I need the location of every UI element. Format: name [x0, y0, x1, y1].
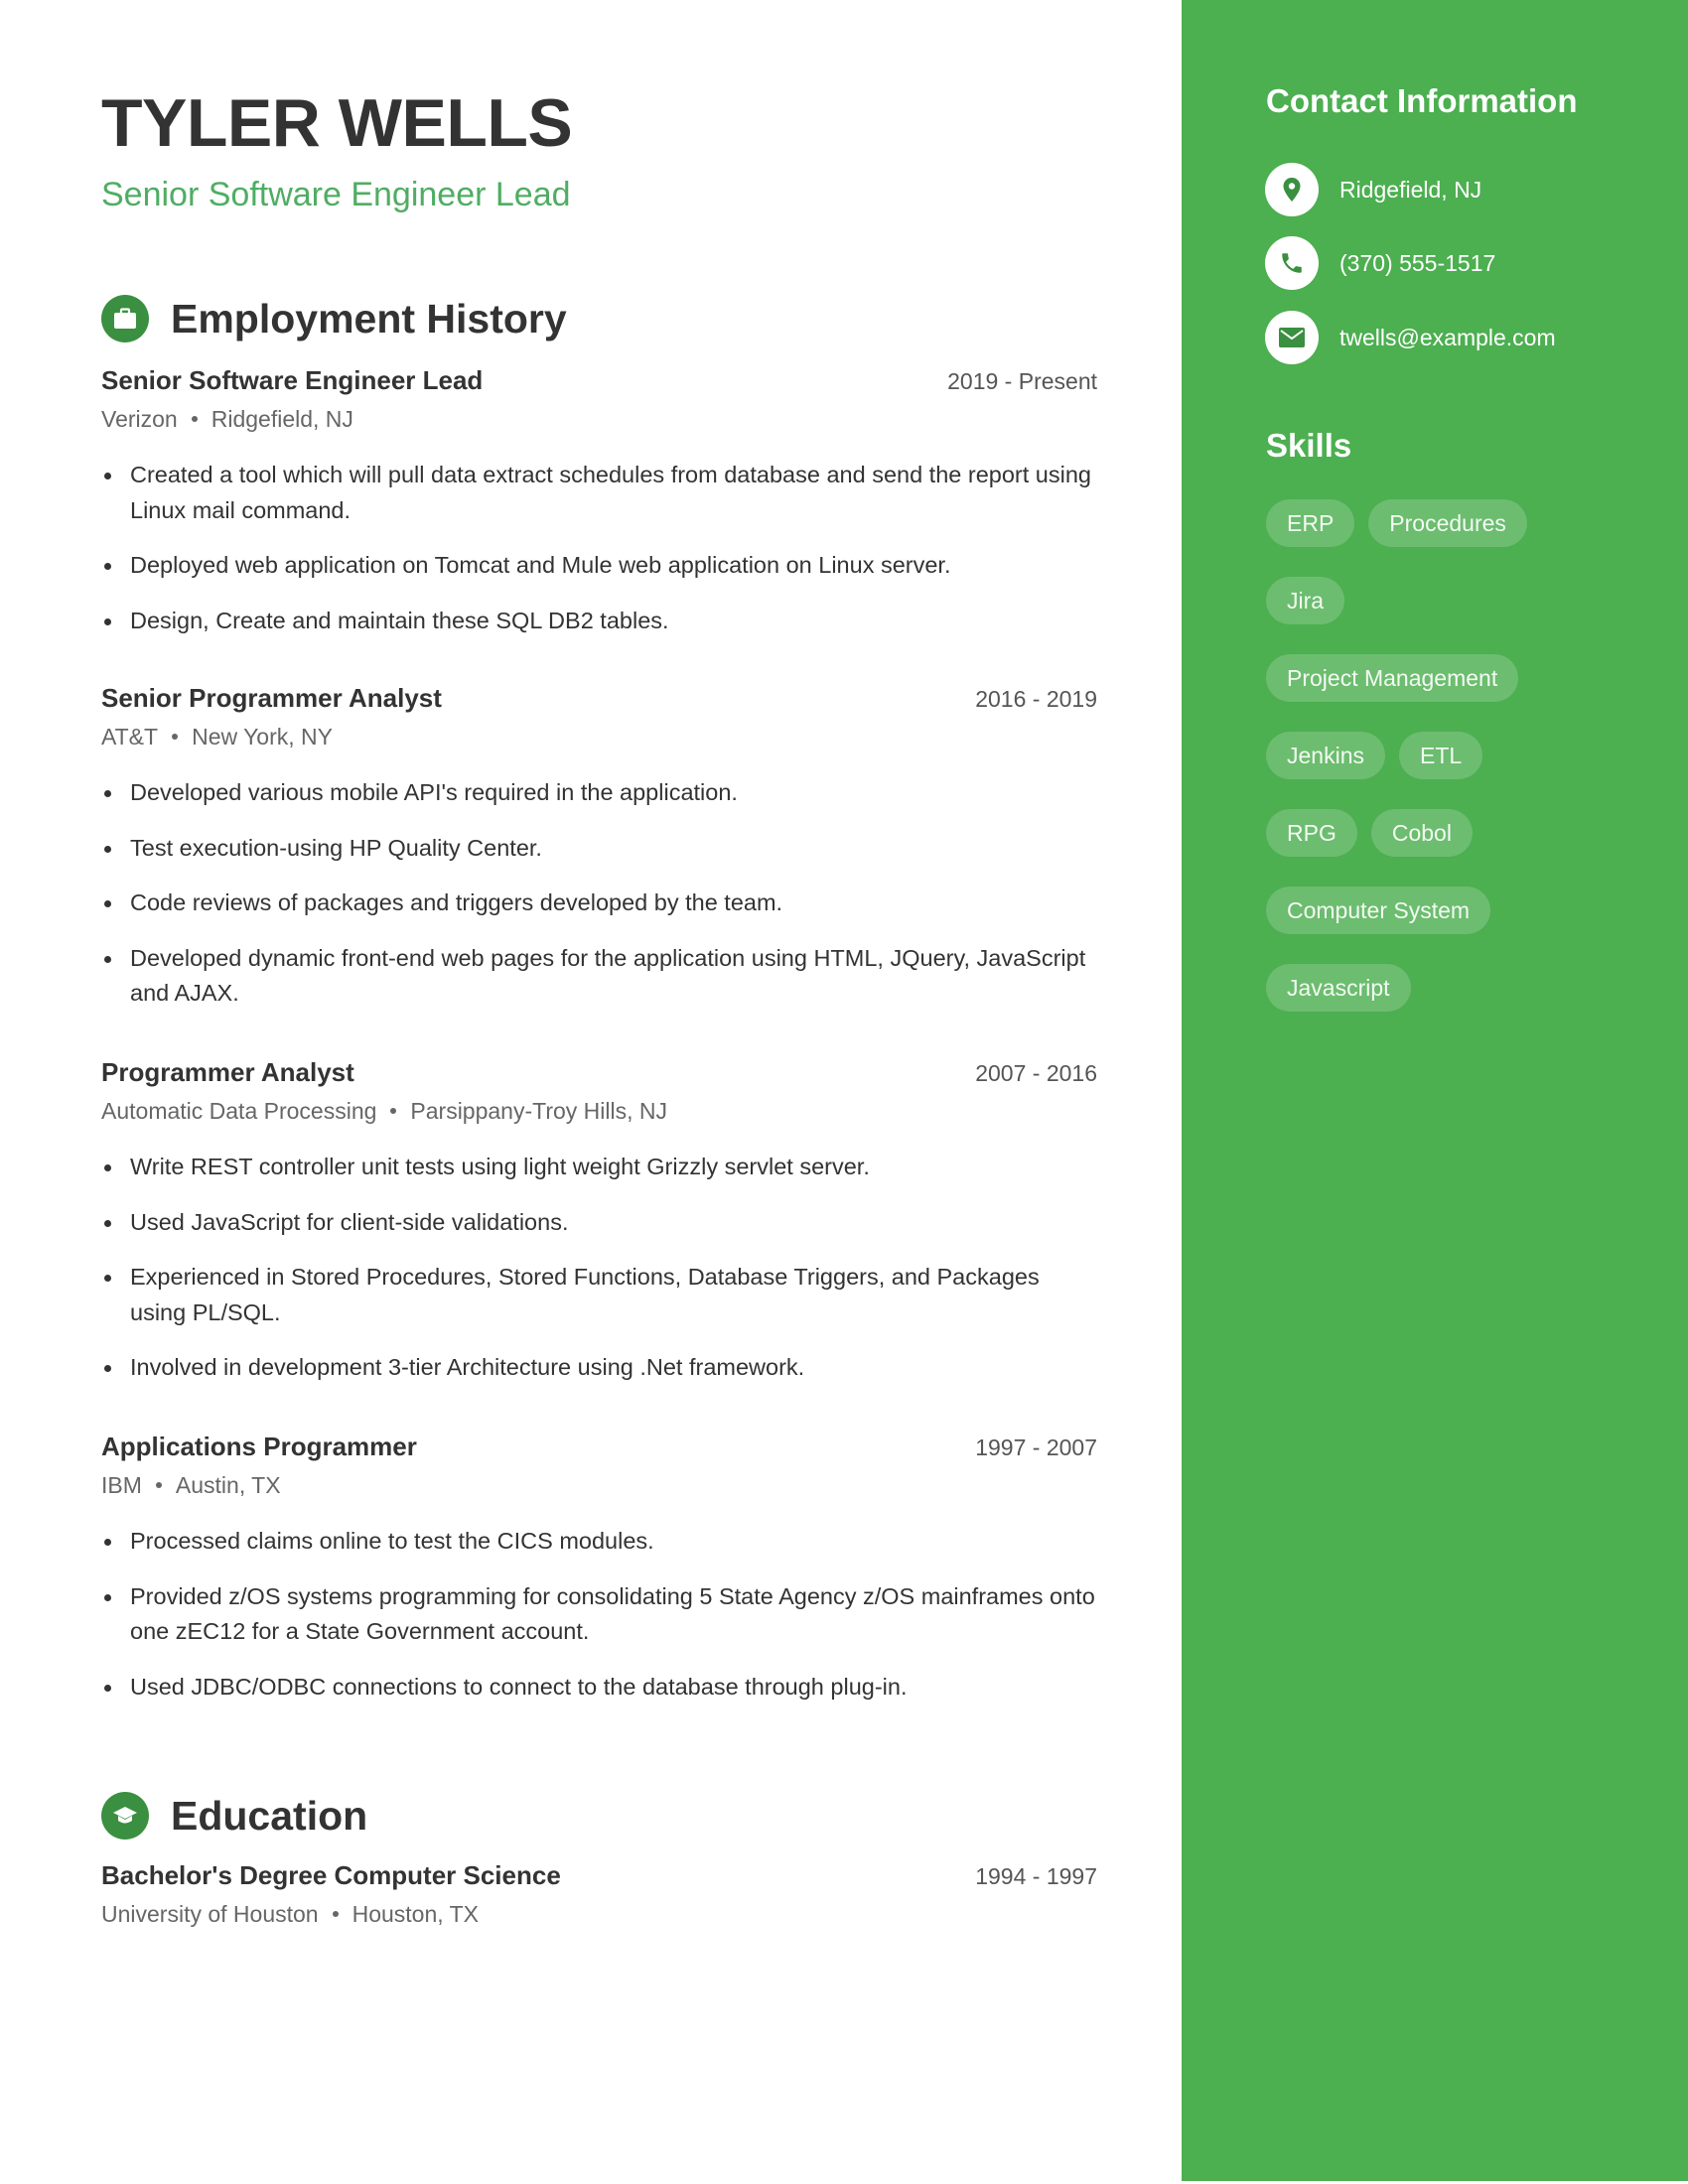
- job-bullets: Processed claims online to test the CICS…: [101, 1524, 1097, 1705]
- graduation-cap-icon: [101, 1792, 149, 1840]
- job-company: IBM: [101, 1472, 142, 1498]
- education-meta: University of Houston Houston, TX: [101, 1896, 1097, 1932]
- envelope-icon[interactable]: [1265, 311, 1319, 364]
- job-bullet: Code reviews of packages and triggers de…: [101, 886, 1097, 921]
- skill-pill: Cobol: [1370, 809, 1473, 857]
- job-location: New York, NY: [192, 724, 333, 750]
- education-section-title: Education: [171, 1793, 368, 1839]
- skills-list: ERP Procedures Jira Project Management J…: [1266, 499, 1663, 1012]
- phone-icon[interactable]: [1265, 236, 1319, 290]
- separator-dot: [332, 1911, 339, 1917]
- employment-section-heading: Employment History: [101, 292, 567, 345]
- job-title: Programmer Analyst: [101, 1057, 354, 1087]
- job-meta: AT&T New York, NY: [101, 719, 1097, 754]
- education-dates: 1994 - 1997: [975, 1863, 1097, 1889]
- job-bullets: Developed various mobile API's required …: [101, 775, 1097, 1012]
- contact-phone-text[interactable]: (370) 555-1517: [1339, 250, 1495, 277]
- job-title: Senior Programmer Analyst: [101, 683, 442, 713]
- contact-email: twells@example.com: [1265, 311, 1556, 364]
- skill-pill: Project Management: [1266, 654, 1519, 702]
- job-meta: IBM Austin, TX: [101, 1467, 1097, 1503]
- job-bullets: Created a tool which will pull data extr…: [101, 458, 1097, 638]
- job-location: Parsippany-Troy Hills, NJ: [410, 1098, 667, 1124]
- contact-email-text[interactable]: twells@example.com: [1339, 325, 1556, 351]
- skill-pill: Jira: [1266, 577, 1345, 624]
- job-bullet: Used JavaScript for client-side validati…: [101, 1205, 1097, 1241]
- job-bullet: Test execution-using HP Quality Center.: [101, 831, 1097, 867]
- skill-pill: RPG: [1266, 809, 1357, 857]
- briefcase-icon: [101, 295, 149, 342]
- job-entry: Applications Programmer 1997 - 2007 IBM …: [101, 1429, 1097, 1724]
- degree-title: Bachelor's Degree Computer Science: [101, 1860, 561, 1890]
- job-bullet: Processed claims online to test the CICS…: [101, 1524, 1097, 1560]
- employment-section-title: Employment History: [171, 296, 567, 341]
- contact-phone: (370) 555-1517: [1265, 236, 1495, 290]
- job-meta: Verizon Ridgefield, NJ: [101, 401, 1097, 437]
- job-bullet: Used JDBC/ODBC connections to connect to…: [101, 1670, 1097, 1706]
- job-meta: Automatic Data Processing Parsippany-Tro…: [101, 1093, 1097, 1129]
- separator-dot: [172, 734, 179, 740]
- job-bullet: Provided z/OS systems programming for co…: [101, 1579, 1097, 1650]
- skill-pill: Jenkins: [1266, 732, 1385, 779]
- skill-pill: Procedures: [1368, 499, 1527, 547]
- job-bullet: Design, Create and maintain these SQL DB…: [101, 604, 1097, 639]
- job-bullet: Involved in development 3-tier Architect…: [101, 1350, 1097, 1386]
- job-title: Senior Software Engineer Lead: [101, 365, 484, 395]
- job-company: AT&T: [101, 724, 159, 750]
- contact-location-text: Ridgefield, NJ: [1339, 176, 1482, 203]
- separator-dot: [155, 1482, 162, 1488]
- job-bullet: Created a tool which will pull data extr…: [101, 458, 1097, 528]
- skill-pill: Computer System: [1266, 887, 1491, 934]
- location-pin-icon: [1265, 163, 1319, 216]
- candidate-title: Senior Software Engineer Lead: [101, 176, 571, 213]
- skills-heading: Skills: [1266, 427, 1352, 464]
- job-bullet: Developed dynamic front-end web pages fo…: [101, 941, 1097, 1012]
- job-bullet: Write REST controller unit tests using l…: [101, 1150, 1097, 1185]
- school-name: University of Houston: [101, 1901, 319, 1927]
- job-location: Ridgefield, NJ: [211, 406, 353, 432]
- job-company: Verizon: [101, 406, 178, 432]
- education-section-heading: Education: [101, 1789, 367, 1843]
- job-company: Automatic Data Processing: [101, 1098, 377, 1124]
- job-title: Applications Programmer: [101, 1432, 417, 1461]
- job-location: Austin, TX: [175, 1472, 281, 1498]
- education-entry: Bachelor's Degree Computer Science 1994 …: [101, 1857, 1097, 1932]
- job-entry: Senior Programmer Analyst 2016 - 2019 AT…: [101, 680, 1097, 1031]
- job-dates: 2016 - 2019: [975, 686, 1097, 712]
- candidate-name: TYLER WELLS: [101, 85, 573, 161]
- skill-pill: ERP: [1266, 499, 1355, 547]
- job-entry: Programmer Analyst 2007 - 2016 Automatic…: [101, 1054, 1097, 1406]
- job-entry: Senior Software Engineer Lead 2019 - Pre…: [101, 362, 1097, 658]
- job-dates: 2007 - 2016: [975, 1060, 1097, 1086]
- skill-pill: Javascript: [1266, 964, 1411, 1012]
- job-bullet: Experienced in Stored Procedures, Stored…: [101, 1260, 1097, 1330]
- job-dates: 2019 - Present: [947, 368, 1097, 394]
- contact-location: Ridgefield, NJ: [1265, 163, 1481, 216]
- contact-heading: Contact Information: [1266, 82, 1578, 119]
- job-bullet: Deployed web application on Tomcat and M…: [101, 548, 1097, 584]
- job-bullets: Write REST controller unit tests using l…: [101, 1150, 1097, 1386]
- school-location: Houston, TX: [352, 1901, 480, 1927]
- job-bullet: Developed various mobile API's required …: [101, 775, 1097, 811]
- separator-dot: [390, 1108, 397, 1114]
- resume-sidebar: Contact Information Ridgefield, NJ (370)…: [1182, 0, 1688, 2181]
- skill-pill: ETL: [1398, 732, 1483, 779]
- job-dates: 1997 - 2007: [975, 1434, 1097, 1460]
- separator-dot: [191, 416, 198, 422]
